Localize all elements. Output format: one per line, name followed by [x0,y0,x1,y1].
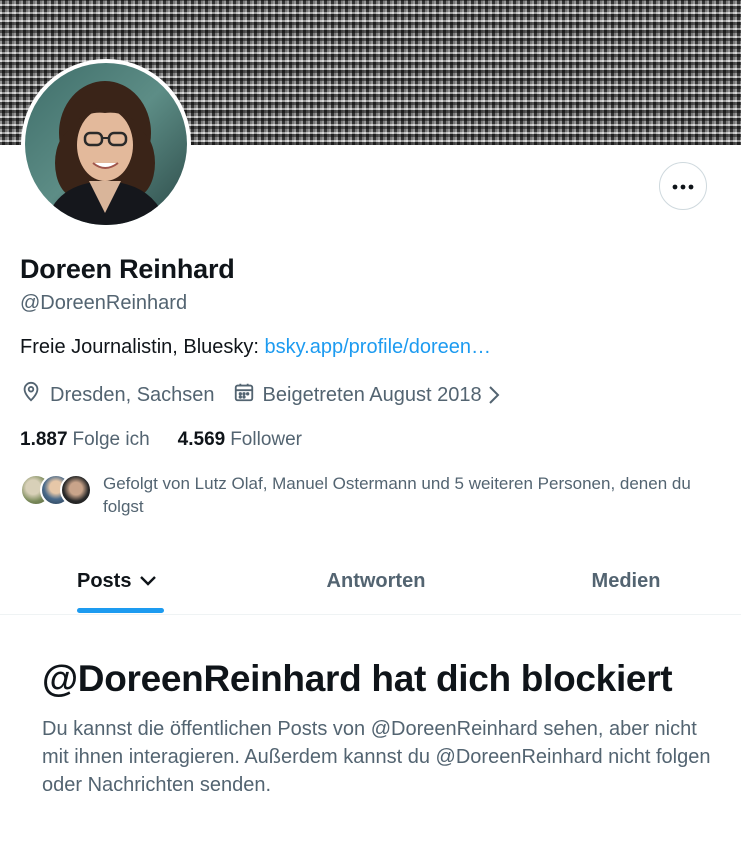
following-count: 1.887 [20,429,68,450]
chevron-down-icon [139,575,157,587]
followers-count: 4.569 [177,429,226,450]
followers-you-know-avatars [20,472,100,506]
display-name: Doreen Reinhard [20,254,235,284]
followers-link[interactable]: 4.569 Follower [178,429,302,451]
blocked-title: @DoreenReinhard hat dich blockiert [42,658,673,699]
tab-antworten[interactable]: Antworten [241,548,511,614]
location-item: Dresden, Sachsen [20,381,215,409]
location-text: Dresden, Sachsen [50,383,215,406]
joined-item[interactable]: Beigetreten August 2018 [233,381,508,409]
blocked-message: Du kannst die öffentlichen Posts von @Do… [42,718,711,796]
tab-posts[interactable]: Posts [0,548,241,614]
profile-bio: Freie Journalistin, Bluesky: bsky.app/pr… [20,336,491,359]
user-handle: @DoreenReinhard [20,292,188,314]
tab-medien-label: Medien [591,569,661,592]
more-options-button[interactable] [659,162,707,210]
profile-meta: Dresden, Sachsen Beigetreten August 2018 [20,381,508,409]
following-link[interactable]: 1.887 Folge ich [20,429,150,451]
chevron-right-icon [488,385,508,405]
location-pin-icon [20,381,50,409]
calendar-icon [233,381,263,409]
profile-tabs: Posts Antworten Medien [0,548,741,615]
tab-posts-label: Posts [77,569,132,592]
follow-stats: 1.887 Folge ich 4.569 Follower [20,429,330,451]
profile-avatar[interactable] [21,59,191,229]
active-tab-indicator [77,608,164,613]
more-horizontal-icon [672,177,694,195]
followed-by-row[interactable]: Gefolgt von Lutz Olaf, Manuel Ostermann … [20,472,725,518]
tab-antworten-label: Antworten [326,569,426,592]
avatar [60,474,92,506]
joined-text: Beigetreten August 2018 [262,383,482,406]
bio-text: Freie Journalistin, Bluesky: [20,336,265,358]
tab-medien[interactable]: Medien [511,548,741,614]
bio-link[interactable]: bsky.app/profile/doreen… [265,336,491,358]
following-label: Folge ich [72,429,150,450]
followers-label: Follower [230,429,303,450]
followed-by-text: Gefolgt von Lutz Olaf, Manuel Ostermann … [103,474,691,516]
